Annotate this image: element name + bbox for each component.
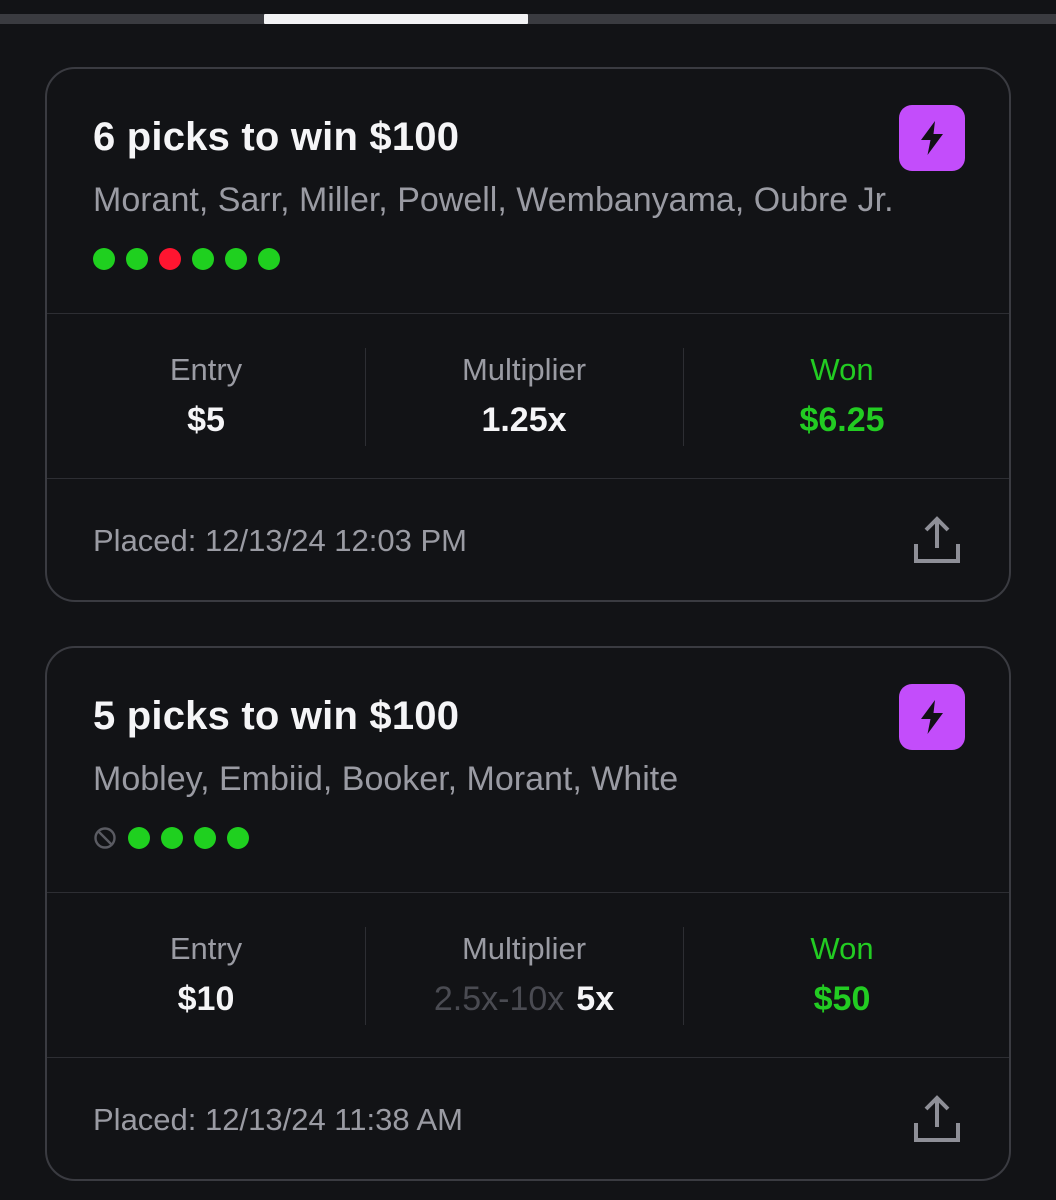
entry-value: $5 (187, 401, 225, 439)
entry-card[interactable]: 5 picks to win $100 Mobley, Embiid, Book… (45, 646, 1011, 1181)
won-stat: Won $50 (683, 927, 1001, 1025)
entry-label: Entry (169, 352, 243, 387)
entry-players: Mobley, Embiid, Booker, Morant, White (93, 760, 679, 798)
placed-timestamp: Placed: 12/13/24 11:38 AM (93, 1102, 463, 1137)
entry-card[interactable]: 6 picks to win $100 Morant, Sarr, Miller… (45, 67, 1011, 602)
lightning-bolt-icon (921, 121, 943, 155)
pick-win-dot (126, 248, 148, 270)
multiplier-label: Multiplier (461, 352, 587, 387)
pick-results (93, 827, 260, 849)
multiplier-stat: Multiplier 1.25x (365, 348, 683, 446)
entry-footer: Placed: 12/13/24 11:38 AM (47, 1058, 1009, 1179)
pick-win-dot (258, 248, 280, 270)
entry-stat: Entry $10 (47, 927, 365, 1025)
pick-results (93, 248, 291, 270)
entries-page: 6 picks to win $100 Morant, Sarr, Miller… (0, 0, 1056, 1200)
share-button[interactable] (913, 1094, 961, 1144)
void-circle-icon (94, 827, 116, 849)
placed-timestamp: Placed: 12/13/24 12:03 PM (93, 523, 467, 558)
entry-stats: Entry $5 Multiplier 1.25x Won $6.25 (47, 314, 1009, 478)
won-value: $50 (813, 980, 871, 1018)
boost-badge (899, 105, 965, 171)
pick-loss-dot (159, 248, 181, 270)
pick-win-dot (225, 248, 247, 270)
tab-indicator[interactable] (264, 14, 528, 24)
won-stat: Won $6.25 (683, 348, 1001, 446)
share-button[interactable] (913, 515, 961, 565)
multiplier-label: Multiplier (461, 931, 587, 966)
won-label: Won (810, 352, 874, 387)
share-upload-icon (914, 1095, 960, 1142)
pick-win-dot (128, 827, 150, 849)
entry-label: Entry (169, 931, 243, 966)
multiplier-range: 2.5x-10x (433, 980, 565, 1018)
multiplier-value-row: 1.25x (365, 398, 683, 442)
won-value: $6.25 (799, 401, 885, 439)
multiplier-stat: Multiplier 2.5x-10x 5x (365, 927, 683, 1025)
multiplier-value: 1.25x (481, 401, 567, 439)
entry-card-header: 5 picks to win $100 Mobley, Embiid, Book… (47, 648, 1009, 893)
boost-badge (899, 684, 965, 750)
entry-title: 5 picks to win $100 (93, 694, 460, 738)
entry-stat: Entry $5 (47, 348, 365, 446)
entry-footer: Placed: 12/13/24 12:03 PM (47, 479, 1009, 600)
share-upload-icon (914, 516, 960, 563)
pick-win-dot (194, 827, 216, 849)
entry-title: 6 picks to win $100 (93, 115, 460, 159)
pick-win-dot (93, 248, 115, 270)
multiplier-value: 5x (576, 980, 615, 1018)
entry-card-header: 6 picks to win $100 Morant, Sarr, Miller… (47, 69, 1009, 314)
pick-win-dot (192, 248, 214, 270)
pick-win-dot (161, 827, 183, 849)
entry-stats: Entry $10 Multiplier 2.5x-10x 5x Won $50 (47, 893, 1009, 1057)
entry-players: Morant, Sarr, Miller, Powell, Wembanyama… (93, 181, 894, 219)
lightning-bolt-icon (921, 700, 943, 734)
pick-win-dot (227, 827, 249, 849)
entry-value: $10 (177, 980, 235, 1018)
tab-track (0, 14, 1056, 24)
multiplier-value-row: 2.5x-10x 5x (365, 977, 683, 1021)
won-label: Won (810, 931, 874, 966)
